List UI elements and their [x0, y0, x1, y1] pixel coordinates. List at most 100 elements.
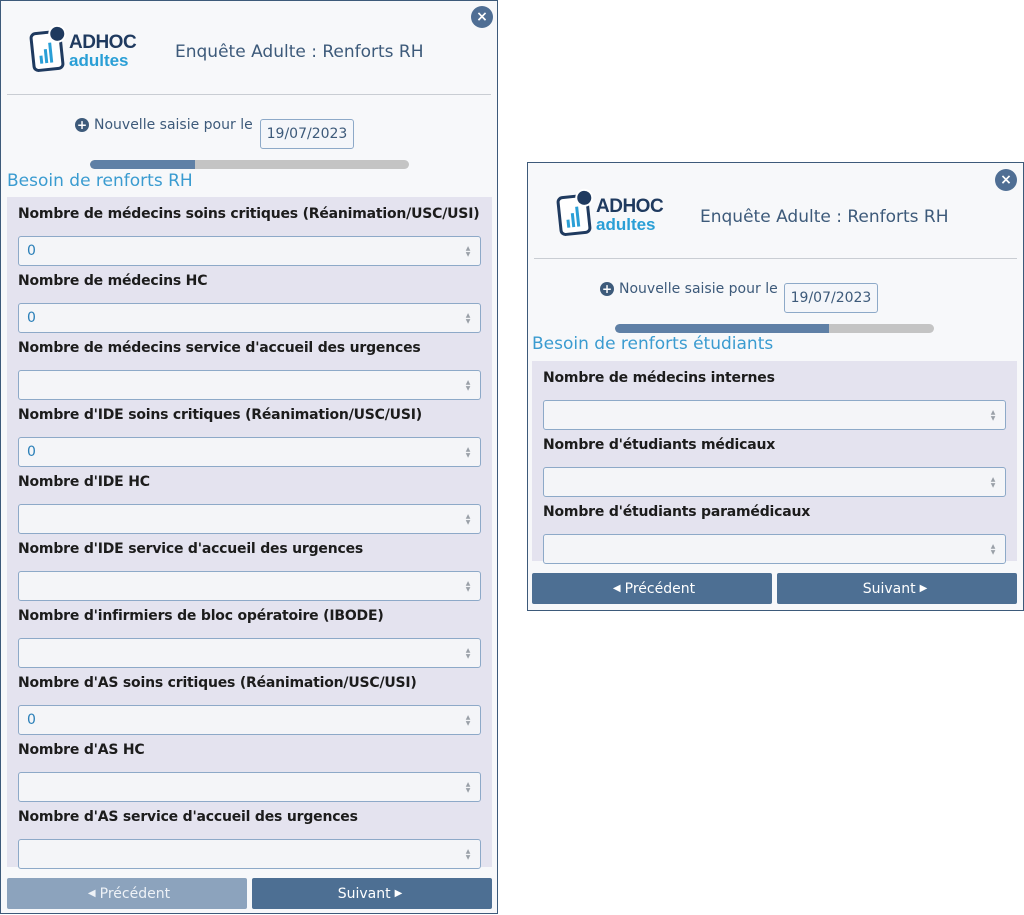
- number-spinner-icon[interactable]: ▲ ▼: [464, 849, 472, 861]
- field-label: Nombre d'IDE service d'accueil des urgen…: [18, 541, 364, 557]
- adhoc-logo: ADHOC adultes: [28, 23, 137, 73]
- date-field[interactable]: 19/07/2023: [260, 119, 354, 149]
- number-spinner-icon[interactable]: ▲ ▼: [464, 447, 472, 459]
- header-divider: [7, 94, 491, 95]
- input-value: 0: [27, 243, 36, 259]
- caret-right-icon: ▶: [394, 888, 403, 899]
- number-input[interactable]: ▲ ▼: [18, 638, 481, 668]
- new-entry-label: Nouvelle saisie pour le: [619, 281, 778, 297]
- form-field: Nombre d'AS service d'accueil des urgenc…: [18, 807, 481, 869]
- field-label: Nombre d'IDE soins critiques (Réanimatio…: [18, 407, 422, 423]
- logo-subtitle: adultes: [69, 51, 129, 70]
- next-button[interactable]: Suivant ▶: [777, 573, 1017, 604]
- number-input[interactable]: ▲ ▼: [18, 839, 481, 869]
- form-field: Nombre de médecins HC 0 ▲ ▼: [18, 271, 481, 333]
- field-label: Nombre de médecins internes: [543, 370, 775, 386]
- field-label: Nombre d'IDE HC: [18, 474, 150, 490]
- logo-title: ADHOC: [596, 196, 664, 217]
- number-input[interactable]: ▲ ▼: [18, 772, 481, 802]
- input-value: 0: [27, 444, 36, 460]
- previous-button[interactable]: ◀ Précédent: [7, 878, 247, 909]
- next-button-label: Suivant: [337, 885, 391, 902]
- caret-right-icon: ▶: [919, 583, 928, 594]
- field-label: Nombre d'étudiants médicaux: [543, 437, 776, 453]
- input-value: 0: [27, 712, 36, 728]
- form-field: Nombre d'IDE HC ▲ ▼: [18, 472, 481, 534]
- field-label: Nombre de médecins soins critiques (Réan…: [18, 206, 480, 222]
- number-input[interactable]: ▲ ▼: [543, 534, 1006, 564]
- section-title: Besoin de renforts étudiants: [532, 334, 774, 354]
- number-spinner-icon[interactable]: ▲ ▼: [989, 477, 997, 489]
- number-spinner-icon[interactable]: ▲ ▼: [464, 715, 472, 727]
- logo-title: ADHOC: [69, 32, 137, 53]
- form-field: Nombre de médecins internes ▲ ▼: [543, 368, 1006, 430]
- progress-fill: [90, 160, 196, 169]
- form-field: Nombre d'infirmiers de bloc opératoire (…: [18, 606, 481, 668]
- number-spinner-icon[interactable]: ▲ ▼: [464, 514, 472, 526]
- survey-panel-rh: × ADHOC adultes Enquête Adulte : Renfort…: [0, 0, 498, 914]
- field-label: Nombre de médecins HC: [18, 273, 208, 289]
- input-value: 0: [27, 310, 36, 326]
- form-field: Nombre d'AS HC ▲ ▼: [18, 740, 481, 802]
- new-entry-link[interactable]: + Nouvelle saisie pour le: [600, 281, 778, 297]
- progress-bar: [90, 160, 409, 169]
- form-field: Nombre d'IDE soins critiques (Réanimatio…: [18, 405, 481, 467]
- date-field[interactable]: 19/07/2023: [784, 283, 878, 313]
- new-entry-label: Nouvelle saisie pour le: [94, 117, 253, 133]
- page-title: Enquête Adulte : Renforts RH: [175, 42, 424, 62]
- form-field: Nombre d'AS soins critiques (Réanimation…: [18, 673, 481, 735]
- progress-bar: [615, 324, 934, 333]
- progress-fill: [615, 324, 829, 333]
- page-title: Enquête Adulte : Renforts RH: [700, 207, 949, 227]
- number-input[interactable]: 0 ▲ ▼: [18, 236, 481, 266]
- chart-logo-icon: [28, 23, 68, 73]
- field-label: Nombre d'étudiants paramédicaux: [543, 504, 811, 520]
- number-spinner-icon[interactable]: ▲ ▼: [464, 648, 472, 660]
- field-label: Nombre de médecins service d'accueil des…: [18, 340, 421, 356]
- form-field: Nombre de médecins service d'accueil des…: [18, 338, 481, 400]
- caret-left-icon: ◀: [612, 583, 621, 594]
- field-label: Nombre d'infirmiers de bloc opératoire (…: [18, 608, 384, 624]
- close-icon[interactable]: ×: [995, 169, 1017, 191]
- number-spinner-icon[interactable]: ▲ ▼: [989, 544, 997, 556]
- number-input[interactable]: 0 ▲ ▼: [18, 705, 481, 735]
- number-spinner-icon[interactable]: ▲ ▼: [989, 410, 997, 422]
- number-input[interactable]: ▲ ▼: [18, 370, 481, 400]
- close-icon[interactable]: ×: [471, 6, 493, 28]
- number-input[interactable]: 0 ▲ ▼: [18, 303, 481, 333]
- form-field: Nombre d'IDE service d'accueil des urgen…: [18, 539, 481, 601]
- chart-logo-icon: [555, 187, 595, 237]
- next-button[interactable]: Suivant ▶: [252, 878, 492, 909]
- number-input[interactable]: ▲ ▼: [543, 400, 1006, 430]
- plus-circle-icon: +: [600, 282, 614, 296]
- number-spinner-icon[interactable]: ▲ ▼: [464, 782, 472, 794]
- plus-circle-icon: +: [75, 118, 89, 132]
- field-label: Nombre d'AS service d'accueil des urgenc…: [18, 809, 358, 825]
- number-input[interactable]: 0 ▲ ▼: [18, 437, 481, 467]
- number-input[interactable]: ▲ ▼: [18, 571, 481, 601]
- form-area: Nombre de médecins soins critiques (Réan…: [7, 197, 492, 869]
- previous-button-label: Précédent: [624, 580, 696, 597]
- number-input[interactable]: ▲ ▼: [18, 504, 481, 534]
- previous-button[interactable]: ◀ Précédent: [532, 573, 772, 604]
- adhoc-logo: ADHOC adultes: [555, 187, 664, 237]
- field-label: Nombre d'AS HC: [18, 742, 145, 758]
- form-field: Nombre de médecins soins critiques (Réan…: [18, 204, 481, 266]
- number-input[interactable]: ▲ ▼: [543, 467, 1006, 497]
- caret-left-icon: ◀: [87, 888, 96, 899]
- number-spinner-icon[interactable]: ▲ ▼: [464, 313, 472, 325]
- field-label: Nombre d'AS soins critiques (Réanimation…: [18, 675, 417, 691]
- number-spinner-icon[interactable]: ▲ ▼: [464, 246, 472, 258]
- new-entry-link[interactable]: + Nouvelle saisie pour le: [75, 117, 253, 133]
- next-button-label: Suivant: [862, 580, 916, 597]
- section-title: Besoin de renforts RH: [7, 171, 193, 191]
- number-spinner-icon[interactable]: ▲ ▼: [464, 380, 472, 392]
- survey-panel-students: × ADHOC adultes Enquête Adulte : Renfort…: [527, 162, 1024, 611]
- form-field: Nombre d'étudiants paramédicaux ▲ ▼: [543, 502, 1006, 564]
- form-area: Nombre de médecins internes ▲ ▼ Nombre d'ét…: [532, 361, 1017, 564]
- header-divider: [534, 258, 1017, 259]
- logo-subtitle: adultes: [596, 215, 656, 234]
- form-field: Nombre d'étudiants médicaux ▲ ▼: [543, 435, 1006, 497]
- previous-button-label: Précédent: [99, 885, 171, 902]
- number-spinner-icon[interactable]: ▲ ▼: [464, 581, 472, 593]
